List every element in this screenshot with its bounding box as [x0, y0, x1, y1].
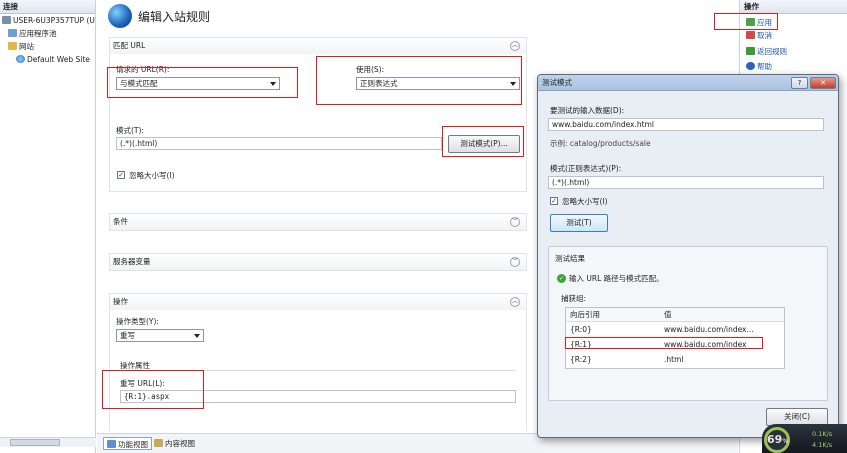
cancel-icon	[746, 31, 755, 39]
back-to-rules-link[interactable]: 返回规则	[746, 46, 787, 58]
ignore-case-checkbox[interactable]: ✓	[117, 171, 125, 179]
cpu-gauge: 69%	[764, 427, 790, 453]
expand-chevron-icon[interactable]: ﹀	[510, 257, 520, 267]
server-variables-header: 服务器变量	[110, 254, 526, 270]
dialog-title: 测试模式	[542, 78, 572, 87]
help-icon	[746, 62, 755, 70]
test-button[interactable]: 测试(T)	[550, 214, 608, 232]
highlight-box	[442, 126, 524, 157]
test-results-label: 测试结果	[555, 254, 585, 263]
conditions-section[interactable]: 条件 ﹀	[109, 213, 527, 231]
highlight-box	[107, 67, 298, 98]
test-results-group: 测试结果 ✓ 输入 URL 路径与模式匹配。 捕获组: 向后引用 值 {R:0}…	[548, 246, 828, 401]
upload-rate: 0.1K/s	[812, 430, 833, 438]
features-view-icon	[107, 440, 116, 448]
collapse-chevron-icon[interactable]: ︿	[510, 297, 520, 307]
dialog-ignore-case-checkbox[interactable]: ✓	[550, 197, 558, 205]
action-section: 操作 ︿ 操作类型(Y): 重写 操作属性 重写 URL(L): {R:1}.a…	[109, 293, 527, 431]
highlight-box	[316, 56, 522, 105]
captures-label: 捕获组:	[561, 294, 587, 303]
cancel-link[interactable]: 取消	[746, 30, 772, 42]
dialog-pattern-input[interactable]: (.*)(.html)	[548, 176, 824, 189]
page-title: 编辑入站规则	[138, 10, 211, 24]
tab-features-view[interactable]: 功能视图	[103, 437, 152, 450]
help-link[interactable]: 帮助	[746, 61, 772, 73]
column-header-value: 值	[664, 310, 672, 319]
expand-chevron-icon[interactable]: ﹀	[510, 217, 520, 227]
dialog-pattern-label: 模式(正则表达式)(P):	[550, 164, 622, 173]
input-data-label: 要测试的输入数据(D):	[550, 106, 625, 115]
result-message: 输入 URL 路径与模式匹配。	[569, 274, 664, 283]
example-text: 示例: catalog/products/sale	[550, 139, 651, 148]
dialog-ignore-case-label: 忽略大小写(I)	[562, 197, 608, 206]
tree-node-default-web-site[interactable]: Default Web Site	[0, 53, 95, 66]
action-type-label: 操作类型(Y):	[116, 317, 159, 326]
table-row[interactable]: {R:2} .html	[566, 353, 784, 367]
tree-horizontal-scrollbar[interactable]	[0, 437, 96, 447]
highlight-box	[102, 370, 204, 409]
folder-icon	[8, 42, 17, 50]
tab-content-view[interactable]: 内容视图	[151, 437, 198, 450]
connections-tree-panel: 连接 USER-6U3P357TUP (USE 应用程序池 网站 Default…	[0, 0, 96, 453]
tree-node-app-pools[interactable]: 应用程序池	[0, 27, 95, 40]
connections-header: 连接	[0, 0, 95, 14]
globe-icon	[108, 4, 132, 28]
dialog-close-icon[interactable]: ✕	[810, 77, 836, 89]
back-arrow-icon	[746, 47, 755, 55]
ignore-case-label: 忽略大小写(I)	[129, 171, 175, 180]
pattern-input[interactable]: (.*)(.html)	[116, 137, 442, 150]
pattern-label: 模式(T):	[116, 126, 144, 135]
column-header-backref: 向后引用	[570, 310, 600, 319]
tree-node-server[interactable]: USER-6U3P357TUP (USE	[0, 14, 95, 27]
server-variables-section[interactable]: 服务器变量 ﹀	[109, 253, 527, 271]
scrollbar-thumb[interactable]	[10, 439, 60, 446]
action-header: 操作	[110, 294, 526, 310]
actions-header: 操作	[740, 0, 847, 14]
app-pool-icon	[8, 29, 17, 37]
tree-node-sites[interactable]: 网站	[0, 40, 95, 53]
server-icon	[2, 16, 11, 24]
test-pattern-dialog: 测试模式 ? ✕ 要测试的输入数据(D): www.baidu.com/inde…	[537, 74, 839, 438]
table-row[interactable]: {R:0} www.baidu.com/index...	[566, 323, 784, 337]
input-data-field[interactable]: www.baidu.com/index.html	[548, 118, 824, 131]
highlight-box	[714, 13, 778, 30]
content-view-icon	[154, 439, 163, 447]
system-monitor-widget[interactable]: 69% 0.1K/s 4.1K/s	[762, 424, 847, 453]
dropdown-arrow-icon	[194, 334, 200, 338]
dialog-help-button[interactable]: ?	[791, 77, 808, 89]
match-url-header: 匹配 URL	[110, 38, 526, 54]
globe-icon	[16, 55, 25, 63]
collapse-chevron-icon[interactable]: ︿	[510, 41, 520, 51]
action-type-select[interactable]: 重写	[116, 329, 204, 342]
download-rate: 4.1K/s	[812, 441, 833, 449]
success-check-icon: ✓	[557, 274, 566, 283]
highlight-box	[565, 337, 763, 349]
table-header-row: 向后引用 值	[566, 308, 784, 322]
conditions-header: 条件	[110, 214, 526, 230]
